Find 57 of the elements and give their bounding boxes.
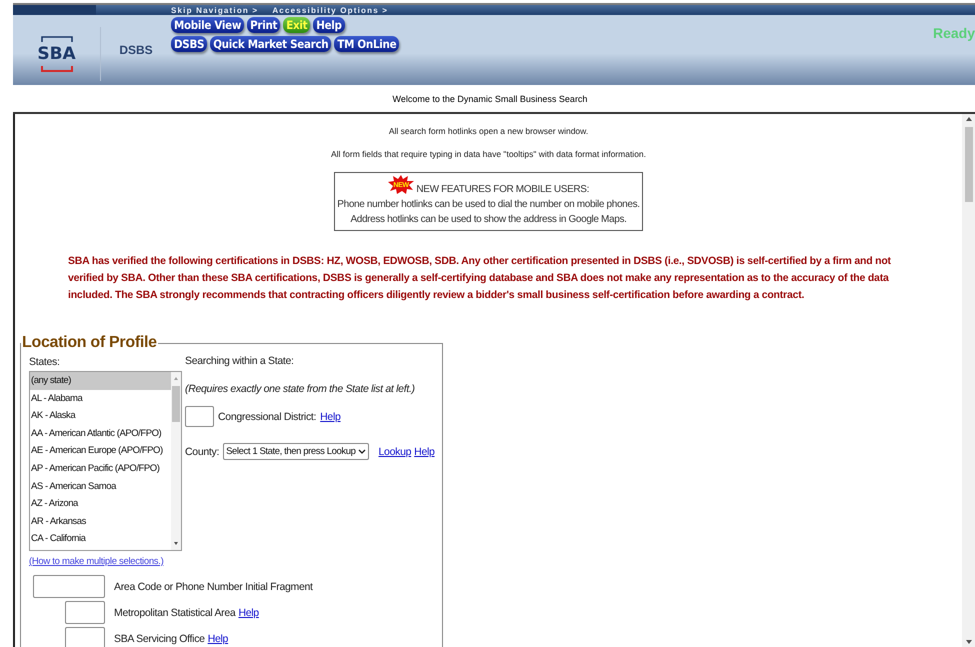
help-link[interactable]: Help xyxy=(320,410,341,422)
help-link[interactable]: Help xyxy=(238,606,259,618)
notice-title: NEW FEATURES FOR MOBILE USERS: xyxy=(416,184,590,195)
scrollbar[interactable] xyxy=(962,114,975,647)
skip-link[interactable]: Skip Navigation > xyxy=(171,6,258,14)
app-name: DSBS xyxy=(119,43,153,57)
list-option[interactable]: AS - American Samoa xyxy=(30,478,171,496)
list-option[interactable]: AL - Alabama xyxy=(30,390,171,408)
sba-logo: SBA xyxy=(40,35,74,73)
nav-button[interactable]: DSBS xyxy=(171,36,208,52)
info-note: All form fields that require typing in data have "tooltips" with data format information. xyxy=(330,149,648,159)
nav-button[interactable]: Quick Market Search xyxy=(210,36,332,52)
field-label: County: xyxy=(185,446,220,458)
scroll-up-icon[interactable] xyxy=(966,117,972,121)
notice-line: Phone number hotlinks can be used to dial the number on mobile phones. xyxy=(337,198,640,212)
disclaimer-text: SBA has verified the following certifications in DSBS: HZ, WOSB, EDWOSB, SDB. Any other certification presented in DSBS (i.e., SDVOSB) is self-certified by a firm and not verified by SBA. Other than these SBA certifications, DSBS is generally a self-certifying database and SBA does not make any representation as to the accuracy of the data included. The SBA strongly recommends that contracting officers diligently review a bidder's small business self-certification before awarding a contract. xyxy=(68,254,892,303)
hint-text: (Requires exactly one state from the State list at left.) xyxy=(185,383,416,395)
field-label: Area Code or Phone Number Initial Fragment xyxy=(114,580,313,592)
list-option[interactable]: AP - American Pacific (APO/FPO) xyxy=(30,460,171,478)
field-label: SBA Servicing Office xyxy=(114,632,205,644)
list-option[interactable]: AK - Alaska xyxy=(30,407,171,425)
input-field[interactable] xyxy=(33,575,105,598)
states-listbox[interactable]: (any state) AL - Alabama AK - Alaska AA - American Atlantic (APO/FPO) AE - American Europe (APO/FPO) AP - American Pacific (APO/FPO) AS - American Samoa AZ - Arizona AR - Arkansas CA - California xyxy=(29,371,182,551)
list-option[interactable]: CA - California xyxy=(30,530,171,548)
nav-button[interactable]: Mobile View xyxy=(171,17,244,33)
input-field[interactable] xyxy=(65,601,105,624)
list-option[interactable]: (any state) xyxy=(30,372,171,390)
help-link[interactable]: (How to make multiple selections.) xyxy=(29,556,164,567)
scrollbar[interactable] xyxy=(171,372,181,550)
info-note: All search form hotlinks open a new browser window. xyxy=(388,126,590,136)
scroll-thumb[interactable] xyxy=(964,127,972,202)
scroll-down-icon[interactable] xyxy=(174,542,178,545)
status-text: Ready xyxy=(932,25,975,41)
input-field[interactable] xyxy=(65,627,105,647)
scroll-thumb[interactable] xyxy=(172,386,180,422)
input-field[interactable] xyxy=(185,406,214,427)
section-title: Location of Profile xyxy=(21,334,158,352)
nav-button[interactable]: Help xyxy=(313,17,345,33)
nav-button[interactable]: Print xyxy=(247,17,280,33)
field-label: Searching within a State: xyxy=(185,355,295,367)
help-link[interactable]: Help xyxy=(208,632,228,644)
list-option[interactable]: AA - American Atlantic (APO/FPO) xyxy=(30,424,171,442)
field-label: Metropolitan Statistical Area xyxy=(114,606,236,618)
scroll-down-icon[interactable] xyxy=(966,640,972,644)
field-label: States: xyxy=(29,356,60,368)
list-option[interactable]: AZ - Arizona xyxy=(30,495,171,513)
welcome-title: Welcome to the Dynamic Small Business Search xyxy=(392,94,588,104)
county-dropdown[interactable]: Select 1 State, then press Lookup xyxy=(223,443,368,460)
help-link[interactable]: Help xyxy=(414,446,435,458)
list-option[interactable]: AR - Arkansas xyxy=(30,512,171,530)
list-option[interactable]: AE - American Europe (APO/FPO) xyxy=(30,442,171,460)
nav-button[interactable]: TM OnLine xyxy=(334,36,400,52)
field-label: Congressional District: xyxy=(218,410,316,422)
notice-line: Address hotlinks can be used to show the address in Google Maps. xyxy=(349,213,628,227)
chevron-icon xyxy=(358,448,366,454)
skip-link[interactable]: Accessibility Options > xyxy=(272,6,388,14)
lookup-link[interactable]: Lookup xyxy=(378,446,412,458)
